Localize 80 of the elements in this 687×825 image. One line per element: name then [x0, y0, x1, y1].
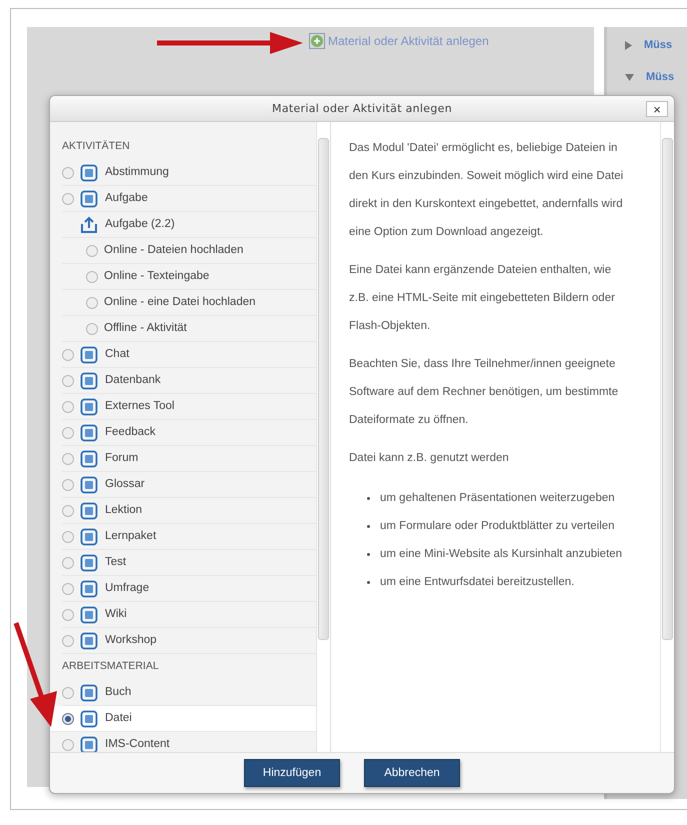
add-icon	[309, 33, 325, 49]
module-icon	[80, 554, 98, 572]
upload-tray-icon	[80, 216, 98, 234]
description-paragraph: Beachten Sie, dass Ihre Teilnehmer/innen geeignete Software auf dem Rechner benötigen, um bestimmte Dateiformate zu öffnen.	[349, 357, 620, 428]
radio-button[interactable]	[86, 296, 98, 308]
radio-button[interactable]	[62, 712, 74, 724]
module-label[interactable]: Buch	[105, 685, 132, 700]
dialog-button[interactable]: Abbrechen	[364, 759, 460, 787]
description-paragraph: Eine Datei kann ergänzende Dateien enthalten, wie z.B. eine HTML-Seite mit eingebetteten Bildern oder Flash-Objekten.	[349, 263, 616, 334]
module-icon	[80, 632, 98, 650]
radio-button[interactable]	[62, 504, 74, 516]
option-label[interactable]: Online - Dateien hochladen	[104, 243, 244, 258]
radio-button[interactable]	[62, 478, 74, 490]
module-label[interactable]: Lektion	[105, 503, 142, 518]
close-button[interactable]: ×	[646, 101, 668, 117]
radio-button[interactable]	[62, 166, 74, 178]
module-icon	[80, 606, 98, 624]
radio-button[interactable]	[62, 530, 74, 542]
radio-button[interactable]	[62, 452, 74, 464]
radio-button[interactable]	[62, 348, 74, 360]
scrollbar[interactable]	[660, 122, 674, 752]
radio-button[interactable]	[86, 270, 98, 282]
radio-button[interactable]	[62, 738, 74, 750]
module-label: Aufgabe (2.2)	[105, 217, 175, 232]
section-heading: AKTIVITÄTEN	[62, 139, 131, 154]
module-icon	[80, 528, 98, 546]
scrollbar[interactable]	[316, 122, 330, 752]
radio-button[interactable]	[62, 608, 74, 620]
module-icon	[80, 398, 98, 416]
module-label[interactable]: Abstimmung	[105, 165, 169, 180]
module-label[interactable]: Feedback	[105, 425, 156, 440]
option-label[interactable]: Online - eine Datei hochladen	[104, 295, 256, 310]
module-label[interactable]: Test	[105, 555, 126, 570]
collapsed-triangle-icon[interactable]	[625, 40, 632, 50]
module-label[interactable]: Chat	[105, 347, 130, 362]
module-icon	[80, 372, 98, 390]
description-paragraph: Datei kann z.B. genutzt werden	[349, 451, 510, 466]
description-paragraph: Das Modul 'Datei' ermöglicht es, beliebige Dateien in den Kurs einzubinden. Soweit möglich wird eine Datei direkt in den Kurskontext eingebettet, andernfalls wird eine Option zum Download angezeigt.	[349, 141, 624, 240]
radio-button[interactable]	[62, 634, 74, 646]
module-label[interactable]: Lernpaket	[105, 529, 156, 544]
module-label[interactable]: Datei	[105, 711, 132, 726]
bullet-text: um gehaltenen Präsentationen weiterzugeben	[380, 491, 615, 506]
module-icon	[80, 502, 98, 520]
expanded-triangle-icon[interactable]	[625, 74, 634, 80]
radio-button[interactable]	[86, 322, 98, 334]
module-icon	[80, 190, 98, 208]
module-icon	[80, 580, 98, 598]
radio-button[interactable]	[86, 244, 98, 256]
option-label[interactable]: Online - Texteingabe	[104, 269, 210, 284]
radio-button[interactable]	[62, 192, 74, 204]
module-label[interactable]: Glossar	[105, 477, 145, 492]
option-label[interactable]: Offline - Aktivität	[104, 321, 187, 336]
module-icon	[80, 346, 98, 364]
module-label[interactable]: IMS-Content	[105, 737, 170, 752]
bullet-text: um eine Entwurfsdatei bereitzustellen.	[380, 575, 574, 590]
radio-button[interactable]	[62, 556, 74, 568]
module-icon	[80, 450, 98, 468]
module-icon	[80, 164, 98, 182]
section-heading: ARBEITSMATERIAL	[62, 659, 160, 674]
dialog-title: Material oder Aktivität anlegen	[272, 102, 452, 115]
module-label[interactable]: Umfrage	[105, 581, 150, 596]
module-label[interactable]: Forum	[105, 451, 138, 466]
module-icon	[80, 684, 98, 702]
radio-button[interactable]	[62, 426, 74, 438]
module-label[interactable]: Externes Tool	[105, 399, 174, 414]
radio-button[interactable]	[62, 400, 74, 412]
module-label[interactable]: Workshop	[105, 633, 157, 648]
bullet-text: um eine Mini-Website als Kursinhalt anzubieten	[380, 547, 622, 562]
module-icon	[80, 476, 98, 494]
module-label[interactable]: Wiki	[105, 607, 127, 622]
bullet-text: um Formulare oder Produktblätter zu verteilen	[380, 519, 615, 534]
radio-button[interactable]	[62, 374, 74, 386]
module-icon	[80, 424, 98, 442]
dialog-button[interactable]: Hinzufügen	[244, 759, 340, 787]
module-icon	[80, 736, 98, 752]
module-label[interactable]: Aufgabe	[105, 191, 148, 206]
radio-button[interactable]	[62, 582, 74, 594]
module-label[interactable]: Datenbank	[105, 373, 161, 388]
radio-button[interactable]	[62, 686, 74, 698]
module-icon	[80, 710, 98, 728]
